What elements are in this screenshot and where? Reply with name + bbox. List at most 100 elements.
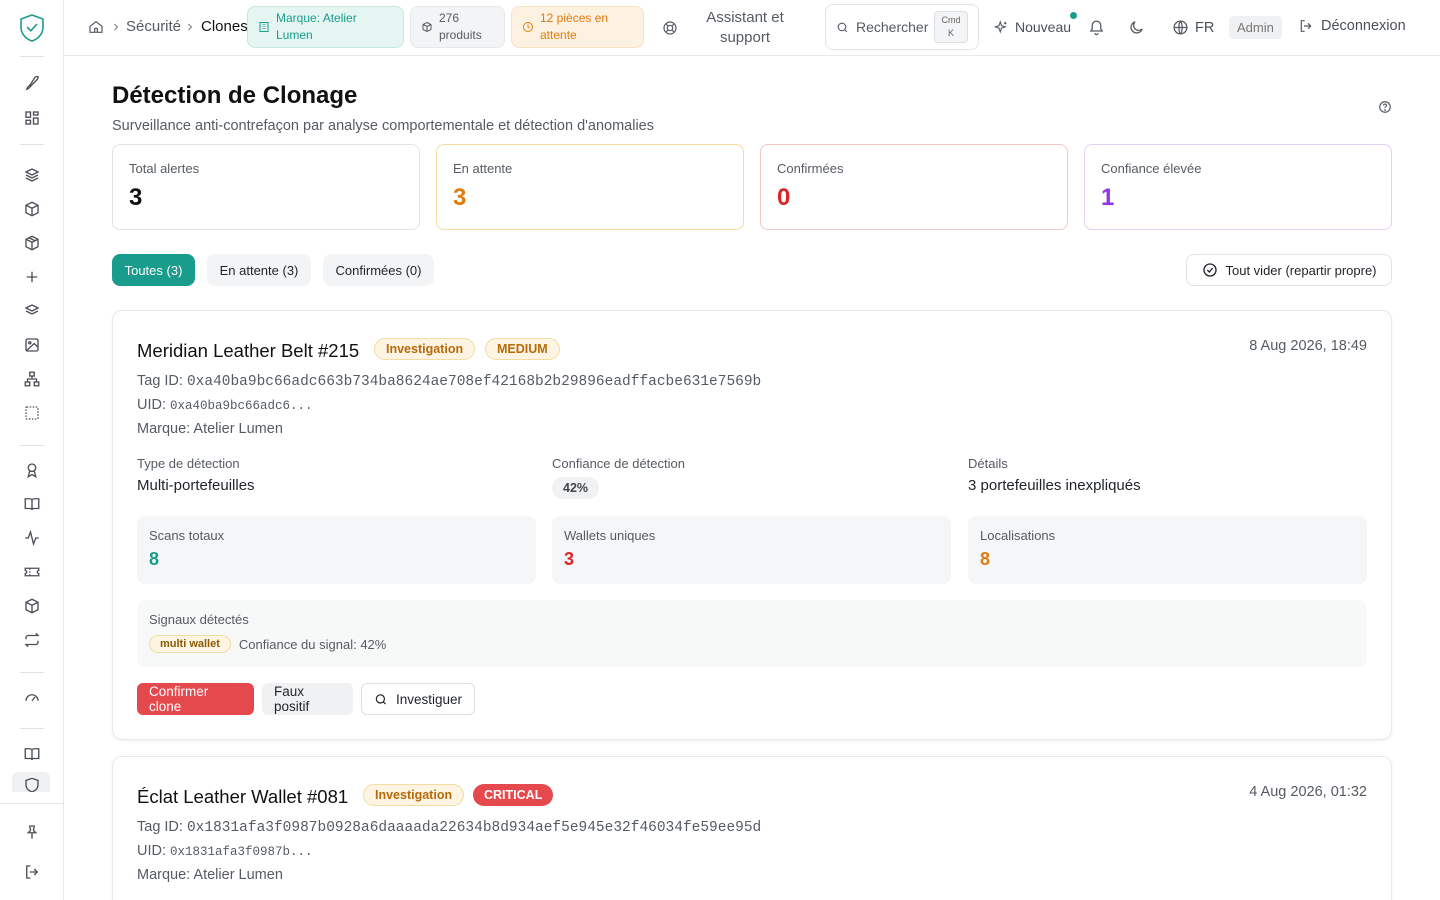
investigate-label: Investiguer [395,691,462,707]
kbd-cmd: Cmd [941,15,961,25]
sidebar-bottom-divider [0,803,64,804]
plus-icon[interactable] [22,267,42,287]
detection-type-value: Multi-portefeuilles [137,477,255,494]
waiting-pill[interactable]: 12 pièces en attente [511,6,644,48]
tab-all[interactable]: Toutes (3) [112,254,195,286]
activity-icon[interactable] [22,528,42,548]
stat-card-confirmed: Confirmées 0 [760,144,1068,230]
home-icon[interactable] [88,18,104,36]
award-icon[interactable] [22,460,42,480]
admin-badge: Admin [1229,16,1282,39]
products-pill-label: 276 produits [439,11,482,42]
sidebar-divider [20,56,44,57]
language-label: FR [1195,19,1215,36]
tag-id-label: Tag ID: [137,373,187,389]
clone-alert-card: Meridian Leather Belt #215 Investigation… [112,310,1392,740]
sparkles-icon [994,19,1008,34]
signal-confidence: Confiance du signal: 42% [238,636,387,652]
stat-label: En attente [453,161,513,176]
dashboard-icon[interactable] [22,108,42,128]
uid-label: UID: [137,397,171,413]
stat-label: Confirmées [777,161,844,176]
rocket-icon[interactable] [22,74,42,94]
package-icon[interactable] [22,233,42,253]
check-circle-icon [1202,263,1217,277]
clone-alert-card: Éclat Leather Wallet #081 Investigation … [112,756,1392,900]
logout-label: Déconnexion [1321,18,1406,34]
sidebar-divider [20,144,44,145]
sitemap-icon[interactable] [22,369,42,389]
moon-icon[interactable] [1128,19,1145,36]
language-button[interactable]: FR [1172,19,1214,36]
logout-icon [1300,20,1312,32]
signals-label: Signaux détectés [149,612,249,627]
globe-icon [1173,20,1188,35]
clear-all-button[interactable]: Tout vider (repartir propre) [1186,254,1392,286]
book-open-icon[interactable] [22,744,42,764]
lifebuoy-icon[interactable] [662,20,678,36]
clear-all-label: Tout vider (repartir propre) [1225,262,1377,278]
gauge-icon[interactable] [22,687,42,707]
repeat-icon[interactable] [22,630,42,650]
brand-pill[interactable]: Marque: Atelier Lumen [247,6,404,48]
uid-line: UID: 0xa40ba9bc66adc6... [137,397,313,413]
waiting-pill-label: 12 pièces en attente [540,11,609,42]
book-icon[interactable] [22,494,42,514]
breadcrumb-security[interactable]: Sécurité [126,18,181,35]
layers-icon[interactable] [22,165,42,185]
false-positive-button[interactable]: Faux positif [262,683,353,715]
box-icon[interactable] [22,199,42,219]
chevron-right-icon [184,21,196,33]
help-icon[interactable] [1378,100,1392,114]
tag-id-label: Tag ID: [137,819,187,835]
alert-date: 8 Aug 2026, 18:49 [1249,338,1367,354]
search-button[interactable]: Rechercher Cmd K [825,4,979,50]
tab-waiting[interactable]: En attente (3) [207,254,311,286]
stat-card-total: Total alertes 3 [112,144,420,230]
tab-confirmed[interactable]: Confirmées (0) [323,254,434,286]
severity-badge: MEDIUM [485,338,560,360]
uid-line: UID: 0x1831afa3f0987b... [137,843,313,859]
stat-card-high-confidence: Confiance élevée 1 [1084,144,1392,230]
logout-icon[interactable] [22,862,42,882]
alert-date: 4 Aug 2026, 01:32 [1249,784,1367,800]
shield-active-icon[interactable] [22,778,42,792]
brand-pill-label: Marque: Atelier Lumen [276,11,357,42]
bell-icon[interactable] [1088,19,1105,36]
search-icon [837,22,848,32]
status-badge: Investigation [363,784,465,806]
stat-value: 0 [777,184,791,211]
tag-id-value: 0x1831afa3f0987b0928a6daaaada22634b8d934… [186,820,762,836]
building-icon [259,22,269,32]
stat-label: Confiance élevée [1101,161,1202,176]
product-title: Éclat Leather Wallet #081 [137,786,349,807]
product-title: Meridian Leather Belt #215 [137,340,360,361]
products-pill[interactable]: 276 produits [410,6,505,48]
confirm-clone-button[interactable]: Confirmer clone [137,683,254,715]
main-content: Détection de Clonage Surveillance anti-c… [64,56,1440,900]
ticket-icon[interactable] [22,562,42,582]
chevron-right-icon [110,21,122,33]
logout-button[interactable]: Déconnexion [1298,18,1406,34]
new-label: Nouveau [1015,19,1072,35]
stat-value: 3 [129,184,143,211]
dotted-square-icon[interactable] [22,403,42,423]
topbar: Sécurité Clones Marque: Atelier Lumen 27… [64,0,1440,56]
page-title: Détection de Clonage [112,82,358,109]
image-icon[interactable] [22,335,42,355]
assistant-support-link[interactable]: Assistant et support [690,8,800,48]
package2-icon[interactable] [22,596,42,616]
signals-box: Signaux détectés multi wallet Confiance … [137,600,1367,667]
investigate-button[interactable]: Investiguer [361,683,475,715]
severity-badge: CRITICAL [473,784,554,806]
box-icon [422,21,432,33]
unique-wallets-label: Wallets uniques [564,528,656,543]
stat-label: Total alertes [129,161,200,176]
shield-logo-icon[interactable] [20,14,44,42]
stack-icon[interactable] [22,301,42,321]
sidebar-divider [20,728,44,729]
new-button[interactable]: Nouveau [994,12,1077,35]
brand-line: Marque: Atelier Lumen [137,421,283,437]
notification-dot [1070,12,1077,19]
pin-icon[interactable] [22,822,42,842]
